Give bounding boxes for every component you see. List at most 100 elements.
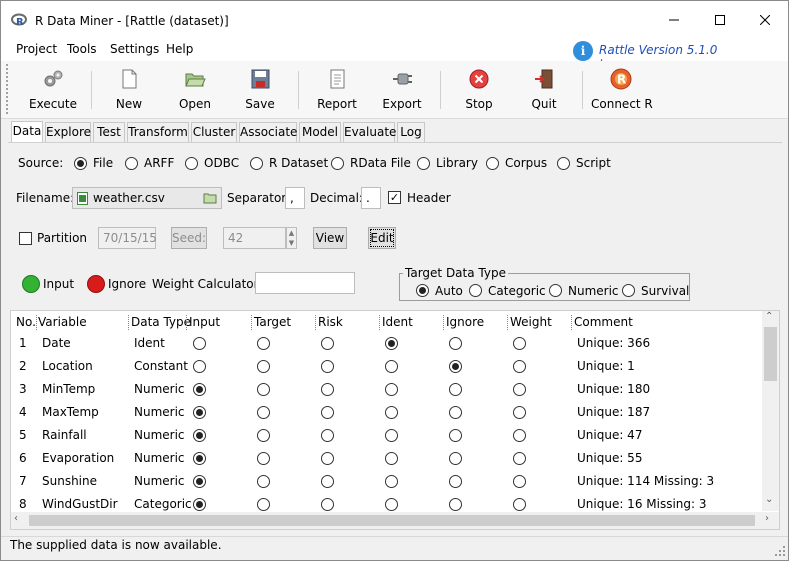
tab-model[interactable]: Model xyxy=(299,122,341,142)
role-risk-radio[interactable] xyxy=(321,475,334,488)
menu-help[interactable]: Help xyxy=(166,42,193,56)
scroll-up-icon[interactable]: ⌃ xyxy=(765,311,773,322)
scroll-left-icon[interactable]: ‹ xyxy=(14,513,18,524)
close-button[interactable] xyxy=(742,1,788,39)
menu-tools[interactable]: Tools xyxy=(67,42,97,56)
column-header-variable[interactable]: Variable xyxy=(38,315,87,329)
column-header-weight[interactable]: Weight xyxy=(510,315,552,329)
toolbar-grip[interactable] xyxy=(5,63,9,115)
source-file-radio[interactable] xyxy=(74,157,87,170)
seed-spinner[interactable]: ▲ ▼ xyxy=(286,227,297,249)
tab-explore[interactable]: Explore xyxy=(45,122,91,142)
role-ident-radio[interactable] xyxy=(385,337,398,350)
source-arff-label[interactable]: ARFF xyxy=(144,156,174,170)
save-button[interactable]: Save xyxy=(230,67,290,115)
role-risk-radio[interactable] xyxy=(321,383,334,396)
role-ident-radio[interactable] xyxy=(385,360,398,373)
target-survival-radio[interactable] xyxy=(622,284,635,297)
role-ignore-radio[interactable] xyxy=(449,498,462,511)
role-target-radio[interactable] xyxy=(257,429,270,442)
role-ignore-radio[interactable] xyxy=(449,383,462,396)
tab-transform[interactable]: Transform xyxy=(127,122,189,142)
header-checkbox[interactable]: ✓ xyxy=(388,191,401,204)
source-corpus-label[interactable]: Corpus xyxy=(505,156,547,170)
tab-data[interactable]: Data xyxy=(11,121,43,143)
role-ident-radio[interactable] xyxy=(385,452,398,465)
role-ignore-radio[interactable] xyxy=(449,360,462,373)
source-script-radio[interactable] xyxy=(557,157,570,170)
separator-input[interactable]: , xyxy=(285,187,305,209)
column-header-input[interactable]: Input xyxy=(189,315,220,329)
open-button[interactable]: Open xyxy=(165,67,225,115)
execute-button[interactable]: Execute xyxy=(23,67,83,115)
role-target-radio[interactable] xyxy=(257,452,270,465)
target-categoric-radio[interactable] xyxy=(469,284,482,297)
ignore-dot-icon[interactable] xyxy=(87,275,105,293)
tab-log[interactable]: Log xyxy=(397,122,425,142)
source-odbc-radio[interactable] xyxy=(185,157,198,170)
role-weight-radio[interactable] xyxy=(513,498,526,511)
scroll-down-icon[interactable]: ⌄ xyxy=(765,494,773,505)
partition-label[interactable]: Partition xyxy=(37,231,87,245)
role-weight-radio[interactable] xyxy=(513,429,526,442)
role-weight-radio[interactable] xyxy=(513,452,526,465)
partition-ratio-input[interactable]: 70/15/15 xyxy=(98,227,157,249)
column-divider[interactable] xyxy=(443,315,444,331)
target-numeric-label[interactable]: Numeric xyxy=(568,284,619,298)
column-divider[interactable] xyxy=(507,315,508,331)
decimal-input[interactable]: . xyxy=(361,187,381,209)
column-header-no-[interactable]: No. xyxy=(16,315,36,329)
role-target-radio[interactable] xyxy=(257,406,270,419)
source-odbc-label[interactable]: ODBC xyxy=(204,156,239,170)
source-library-label[interactable]: Library xyxy=(436,156,478,170)
role-input-radio[interactable] xyxy=(193,429,206,442)
role-risk-radio[interactable] xyxy=(321,498,334,511)
role-ident-radio[interactable] xyxy=(385,383,398,396)
role-input-radio[interactable] xyxy=(193,475,206,488)
role-weight-radio[interactable] xyxy=(513,406,526,419)
role-input-radio[interactable] xyxy=(193,360,206,373)
source-r-dataset-label[interactable]: R Dataset xyxy=(269,156,328,170)
role-target-radio[interactable] xyxy=(257,360,270,373)
source-script-label[interactable]: Script xyxy=(576,156,611,170)
role-ident-radio[interactable] xyxy=(385,498,398,511)
scroll-right-icon[interactable]: › xyxy=(765,513,769,524)
export-button[interactable]: Export xyxy=(372,67,432,115)
new-button[interactable]: New xyxy=(99,67,159,115)
partition-checkbox[interactable] xyxy=(19,232,32,245)
column-header-risk[interactable]: Risk xyxy=(318,315,343,329)
stop-button[interactable]: Stop xyxy=(449,67,509,115)
source-arff-radio[interactable] xyxy=(125,157,138,170)
role-ignore-radio[interactable] xyxy=(449,475,462,488)
role-risk-radio[interactable] xyxy=(321,406,334,419)
role-ident-radio[interactable] xyxy=(385,406,398,419)
source-rdata-file-radio[interactable] xyxy=(331,157,344,170)
column-divider[interactable] xyxy=(571,315,572,331)
role-risk-radio[interactable] xyxy=(321,337,334,350)
role-input-radio[interactable] xyxy=(193,452,206,465)
role-weight-radio[interactable] xyxy=(513,383,526,396)
seed-button[interactable]: Seed: xyxy=(171,227,207,249)
role-input-radio[interactable] xyxy=(193,337,206,350)
role-weight-radio[interactable] xyxy=(513,337,526,350)
target-categoric-label[interactable]: Categoric xyxy=(488,284,546,298)
target-auto-radio[interactable] xyxy=(416,284,429,297)
ignore-role-label[interactable]: Ignore xyxy=(108,277,146,291)
role-weight-radio[interactable] xyxy=(513,475,526,488)
column-header-target[interactable]: Target xyxy=(254,315,291,329)
role-target-radio[interactable] xyxy=(257,498,270,511)
menu-project[interactable]: Project xyxy=(16,42,57,56)
column-divider[interactable] xyxy=(379,315,380,331)
edit-button[interactable]: Edit xyxy=(368,227,396,249)
seed-input[interactable]: 42 xyxy=(223,227,286,249)
quit-button[interactable]: Quit xyxy=(514,67,574,115)
connect-r-button[interactable]: R Connect R xyxy=(591,67,653,115)
weight-calculator-input[interactable] xyxy=(255,272,355,294)
role-weight-radio[interactable] xyxy=(513,360,526,373)
vertical-scroll-thumb[interactable] xyxy=(764,327,777,381)
source-file-label[interactable]: File xyxy=(93,156,113,170)
tab-associate[interactable]: Associate xyxy=(239,122,297,142)
resize-grip-icon[interactable] xyxy=(775,546,786,557)
role-risk-radio[interactable] xyxy=(321,429,334,442)
report-button[interactable]: Report xyxy=(307,67,367,115)
